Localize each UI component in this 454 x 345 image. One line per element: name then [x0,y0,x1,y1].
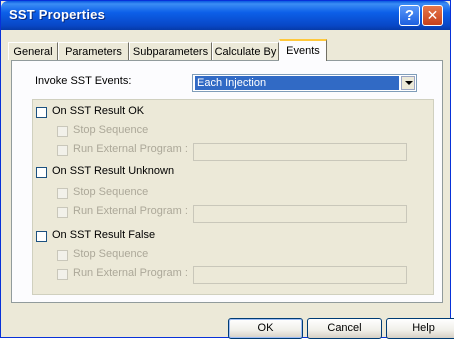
tab-subparameters[interactable]: Subparameters [129,42,212,60]
close-icon[interactable]: ✕ [422,5,443,26]
invoke-sst-events-select[interactable]: Each Injection [192,74,417,92]
chevron-down-icon[interactable] [401,76,415,90]
result-unknown-label: On SST Result Unknown [52,165,175,177]
cancel-button[interactable]: Cancel [307,318,382,339]
result-false-label: On SST Result False [52,229,156,241]
help-icon[interactable]: ? [399,5,420,26]
tab-general[interactable]: General [8,42,58,60]
ok-run-external-label: Run External Program : [73,143,188,155]
unknown-stop-sequence-label: Stop Sequence [73,186,149,198]
invoke-selected-value: Each Injection [195,76,399,90]
false-external-program-input[interactable] [193,266,407,284]
false-run-external-checkbox[interactable] [57,269,68,280]
tab-events[interactable]: Events [279,39,327,61]
tab-parameters[interactable]: Parameters [58,42,129,60]
result-ok-checkbox[interactable] [36,107,47,118]
false-stop-sequence-checkbox[interactable] [57,250,68,261]
result-ok-label: On SST Result OK [52,105,145,117]
ok-external-program-input[interactable] [193,143,407,161]
ok-run-external-checkbox[interactable] [57,145,68,156]
title-bar[interactable]: SST Properties ? ✕ [1,1,450,30]
help-button[interactable]: Help [386,318,454,339]
invoke-sst-events-label: Invoke SST Events: [35,75,132,87]
ok-stop-sequence-label: Stop Sequence [73,124,149,136]
false-run-external-label: Run External Program : [73,267,188,279]
unknown-external-program-input[interactable] [193,205,407,223]
result-unknown-checkbox[interactable] [36,167,47,178]
ok-button[interactable]: OK [228,318,303,339]
result-false-checkbox[interactable] [36,231,47,242]
window-title: SST Properties [9,7,105,22]
unknown-run-external-label: Run External Program : [73,205,188,217]
unknown-run-external-checkbox[interactable] [57,207,68,218]
false-stop-sequence-label: Stop Sequence [73,248,149,260]
unknown-stop-sequence-checkbox[interactable] [57,188,68,199]
sst-properties-dialog: SST Properties ? ✕ General Parameters Su… [0,0,454,339]
ok-stop-sequence-checkbox[interactable] [57,126,68,137]
tab-calculate-by[interactable]: Calculate By [212,42,279,60]
